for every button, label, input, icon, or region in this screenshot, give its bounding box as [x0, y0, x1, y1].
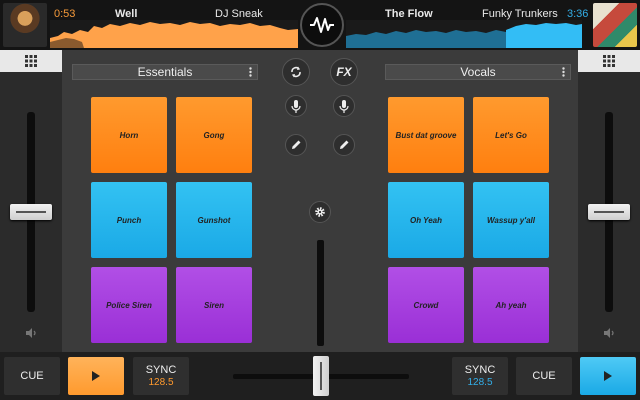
edit-button-right[interactable]: [333, 134, 355, 156]
track-artist-right: Funky Trunkers: [482, 8, 558, 20]
sample-pad-right-5[interactable]: Crowd: [388, 267, 464, 343]
play-button-left[interactable]: [68, 357, 124, 395]
bpm-right: 128.5: [467, 377, 493, 388]
sampler-bank-name-right: Vocals: [460, 65, 496, 79]
sample-pad-right-3[interactable]: Oh Yeah: [388, 182, 464, 258]
app-logo[interactable]: [300, 3, 344, 47]
dj-app: 0:53 Well DJ Sneak The Flow Funky Trunke…: [0, 0, 640, 400]
transport-bar: CUE SYNC 128.5 SYNC 128.5 CUE: [0, 352, 640, 400]
sampler-header-right[interactable]: Vocals: [385, 64, 571, 80]
grid-button-right[interactable]: [578, 50, 640, 72]
loop-button[interactable]: [282, 58, 310, 86]
fx-button[interactable]: FX: [330, 58, 358, 86]
loop-icon: [291, 66, 301, 78]
cue-label-right: CUE: [532, 370, 556, 382]
sample-pad-right-4[interactable]: Wassup y'all: [473, 182, 549, 258]
play-button-right[interactable]: [580, 357, 636, 395]
sampler-header-left[interactable]: Essentials: [72, 64, 258, 80]
pitch-panel-left: [0, 50, 62, 352]
cue-label-left: CUE: [20, 370, 44, 382]
kebab-menu-icon[interactable]: [249, 67, 252, 77]
speaker-icon[interactable]: [24, 326, 38, 340]
top-bar: 0:53 Well DJ Sneak The Flow Funky Trunke…: [0, 0, 640, 50]
time-left: 0:53: [54, 8, 76, 20]
cue-button-right[interactable]: CUE: [516, 357, 572, 395]
sample-pad-left-2[interactable]: Gong: [176, 97, 252, 173]
crossfader-thumb[interactable]: [313, 356, 329, 396]
sync-button-left[interactable]: SYNC 128.5: [133, 357, 189, 395]
pitch-slider-thumb-right[interactable]: [588, 204, 630, 220]
cue-button-left[interactable]: CUE: [4, 357, 60, 395]
sample-pad-left-1[interactable]: Horn: [91, 97, 167, 173]
waveform-left[interactable]: [50, 20, 298, 48]
mic-button-right[interactable]: [333, 95, 355, 117]
sample-pad-right-1[interactable]: Bust dat groove: [388, 97, 464, 173]
sample-pad-left-6[interactable]: Siren: [176, 267, 252, 343]
sample-pad-right-2[interactable]: Let's Go: [473, 97, 549, 173]
sample-pad-left-4[interactable]: Gunshot: [176, 182, 252, 258]
sync-label-right: SYNC: [464, 364, 496, 376]
sample-pad-left-5[interactable]: Police Siren: [91, 267, 167, 343]
pencil-icon: [340, 140, 349, 149]
speaker-icon[interactable]: [602, 326, 616, 340]
mic-icon: [291, 99, 301, 113]
play-icon: [92, 371, 100, 381]
album-art-left[interactable]: [3, 3, 47, 47]
settings-button[interactable]: [309, 201, 331, 223]
edit-button-left[interactable]: [285, 134, 307, 156]
grid-button-left[interactable]: [0, 50, 62, 72]
waveform-logo-icon: [310, 17, 334, 33]
fx-label: FX: [336, 65, 352, 79]
gear-icon: [315, 207, 325, 217]
track-title-right: The Flow: [385, 8, 433, 20]
track-title-left: Well: [115, 8, 138, 20]
sync-label-left: SYNC: [145, 364, 177, 376]
play-icon: [604, 371, 612, 381]
kebab-menu-icon[interactable]: [562, 67, 565, 77]
mic-icon: [339, 99, 349, 113]
pitch-slider-thumb-left[interactable]: [10, 204, 52, 220]
sync-button-right[interactable]: SYNC 128.5: [452, 357, 508, 395]
bpm-left: 128.5: [148, 377, 174, 388]
center-volume-slider[interactable]: [317, 240, 324, 346]
grid-icon: [603, 55, 615, 67]
pitch-panel-right: [578, 50, 640, 352]
sample-pad-right-6[interactable]: Ah yeah: [473, 267, 549, 343]
album-art-right[interactable]: [593, 3, 637, 47]
sample-pad-left-3[interactable]: Punch: [91, 182, 167, 258]
time-right: 3:36: [567, 8, 589, 20]
pencil-icon: [292, 140, 301, 149]
waveform-right[interactable]: [346, 20, 582, 48]
mic-button-left[interactable]: [285, 95, 307, 117]
grid-icon: [25, 55, 37, 67]
sampler-bank-name-left: Essentials: [137, 65, 193, 79]
track-artist-left: DJ Sneak: [215, 8, 263, 20]
